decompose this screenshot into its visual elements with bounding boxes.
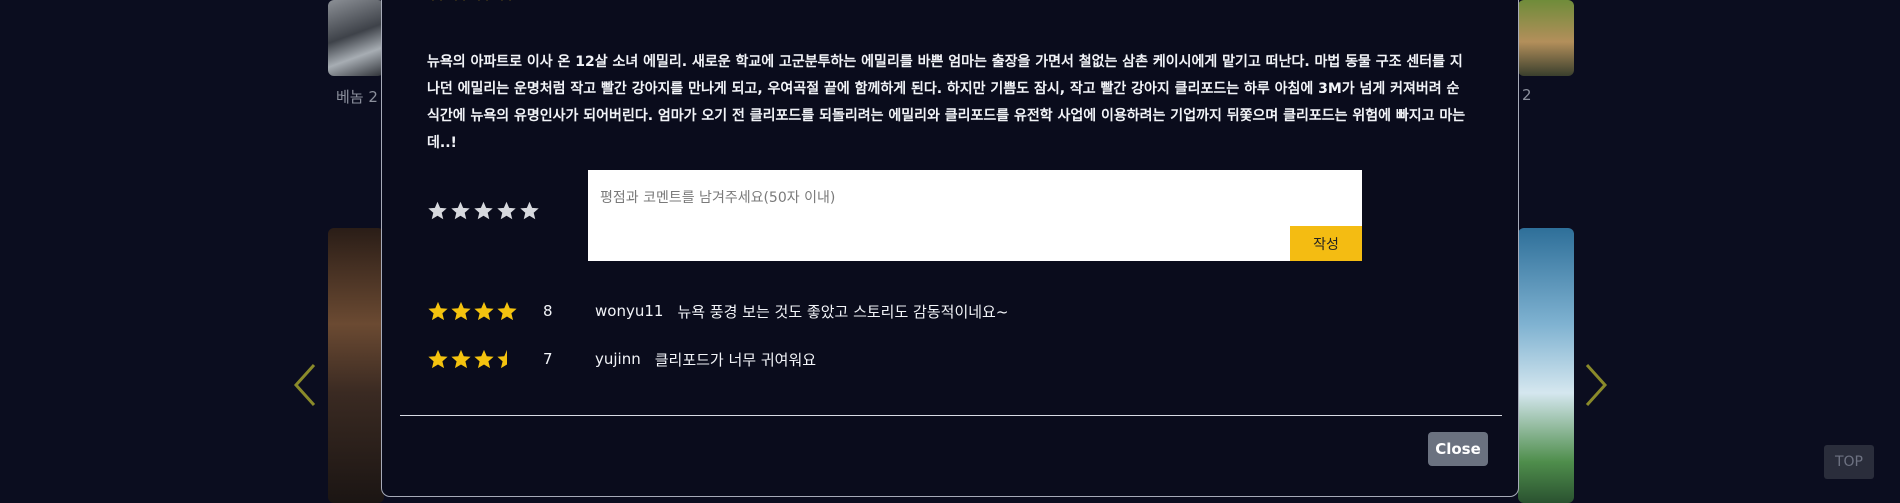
star-icon[interactable]	[450, 200, 471, 221]
star-icon	[451, 301, 471, 321]
carousel-prev-button[interactable]	[292, 362, 318, 408]
close-button[interactable]: Close	[1428, 432, 1488, 466]
star-icon	[451, 349, 471, 369]
review-score: 7	[543, 350, 553, 368]
movie-poster[interactable]	[328, 0, 384, 76]
movie-detail-modal: 뉴욕의 아파트로 이사 온 12살 소녀 에밀리. 새로운 학교에 고군분투하는…	[381, 0, 1519, 497]
movie-rating-stars	[427, 0, 516, 2]
movie-poster[interactable]	[1518, 228, 1574, 503]
rating-selector[interactable]	[427, 200, 540, 221]
star-icon[interactable]	[427, 200, 448, 221]
star-icon[interactable]	[519, 200, 540, 221]
star-icon[interactable]	[473, 200, 494, 221]
modal-divider	[400, 415, 1502, 416]
star-icon	[455, 0, 465, 1]
scroll-top-button[interactable]: TOP	[1824, 445, 1874, 479]
review-username: wonyu11	[595, 302, 664, 320]
review-stars	[427, 300, 543, 322]
comment-input-footer	[588, 226, 1290, 261]
movie-poster[interactable]	[328, 228, 384, 503]
chevron-right-icon	[1585, 363, 1608, 407]
star-icon	[474, 349, 494, 369]
star-icon[interactable]	[496, 200, 517, 221]
review-username: yujinn	[595, 350, 641, 368]
half-star-icon	[497, 349, 507, 369]
review-text: 클리포드가 너무 귀여워요	[654, 350, 817, 369]
movie-title[interactable]: 베놈 2	[336, 86, 378, 107]
star-icon	[478, 0, 488, 1]
movie-synopsis: 뉴욕의 아파트로 이사 온 12살 소녀 에밀리. 새로운 학교에 고군분투하는…	[427, 54, 1466, 151]
star-icon	[428, 349, 448, 369]
review-stars	[427, 348, 543, 370]
review-text: 뉴욕 풍경 보는 것도 좋았고 스토리도 감동적이네요~	[677, 302, 1009, 321]
comment-input[interactable]	[588, 170, 1362, 226]
movie-title[interactable]: 2	[1522, 86, 1532, 104]
review-item: 7 yujinn 클리포드가 너무 귀여워요	[427, 348, 816, 370]
star-icon	[474, 301, 494, 321]
movie-poster[interactable]	[1518, 0, 1574, 76]
star-icon	[428, 301, 448, 321]
star-icon	[501, 0, 511, 1]
review-score: 8	[543, 302, 553, 320]
chevron-left-icon	[293, 363, 316, 407]
submit-comment-button[interactable]: 작성	[1290, 226, 1362, 261]
carousel-next-button[interactable]	[1583, 362, 1609, 408]
review-item: 8 wonyu11 뉴욕 풍경 보는 것도 좋았고 스토리도 감동적이네요~	[427, 300, 1008, 322]
star-icon	[432, 0, 442, 1]
star-icon	[497, 301, 517, 321]
